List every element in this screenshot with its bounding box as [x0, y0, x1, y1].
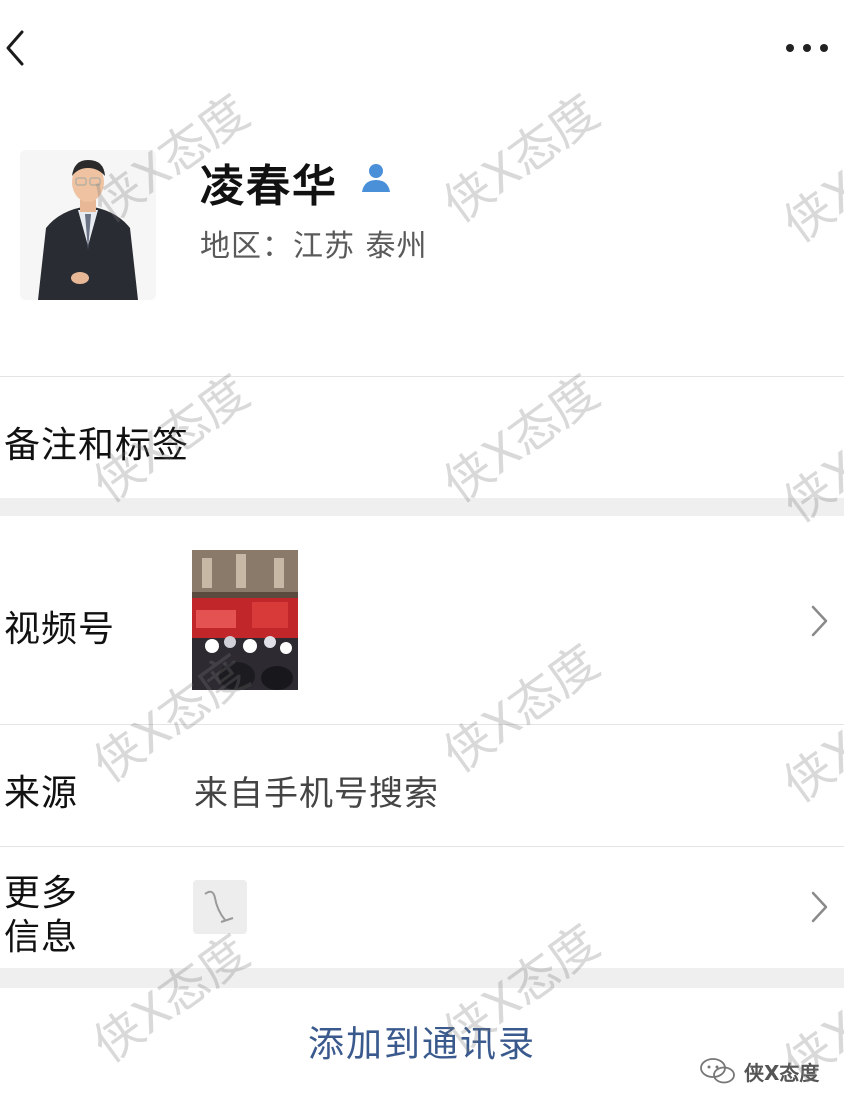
more-info-row-label-line2[interactable]: 信息 [4, 908, 78, 960]
avatar-photo [20, 150, 156, 300]
source-watermark-text: 侠X态度 [744, 1061, 820, 1085]
remarks-tags-row[interactable]: 备注和标签 [4, 416, 189, 468]
signature-icon [193, 880, 247, 934]
divider [0, 846, 844, 847]
divider [0, 724, 844, 725]
wechat-icon [700, 1058, 735, 1084]
contact-name: 凌春华 [200, 161, 338, 212]
contact-profile-page: 凌春华 地区：江苏 泰州 备注和标签 视频号 来源 来自手机号搜索 更多 信息 … [0, 0, 844, 1108]
more-button[interactable] [782, 38, 832, 58]
watermark-text: 侠X态度 [773, 104, 844, 254]
watermark-text: 侠X态度 [773, 664, 844, 814]
more-dots-icon [820, 44, 828, 52]
channels-video-thumbnail[interactable] [192, 550, 298, 690]
watermark-text: 侠X态度 [433, 634, 610, 784]
section-gap [0, 968, 844, 988]
more-dots-icon [803, 44, 811, 52]
section-gap [0, 498, 844, 516]
avatar[interactable] [20, 150, 156, 300]
channels-row-label[interactable]: 视频号 [4, 600, 115, 652]
chevron-right-icon[interactable] [808, 604, 830, 638]
chevron-left-icon [6, 30, 24, 66]
source-row-value: 来自手机号搜索 [194, 774, 439, 814]
back-button[interactable] [2, 28, 32, 68]
divider [0, 376, 844, 377]
person-icon [358, 160, 394, 196]
contact-region: 地区：江苏 泰州 [200, 229, 428, 264]
more-dots-icon [786, 44, 794, 52]
watermark-text: 侠X态度 [433, 364, 610, 514]
watermark-text: 侠X态度 [433, 84, 610, 234]
source-row-label: 来源 [4, 773, 79, 814]
chevron-right-icon[interactable] [808, 890, 830, 924]
